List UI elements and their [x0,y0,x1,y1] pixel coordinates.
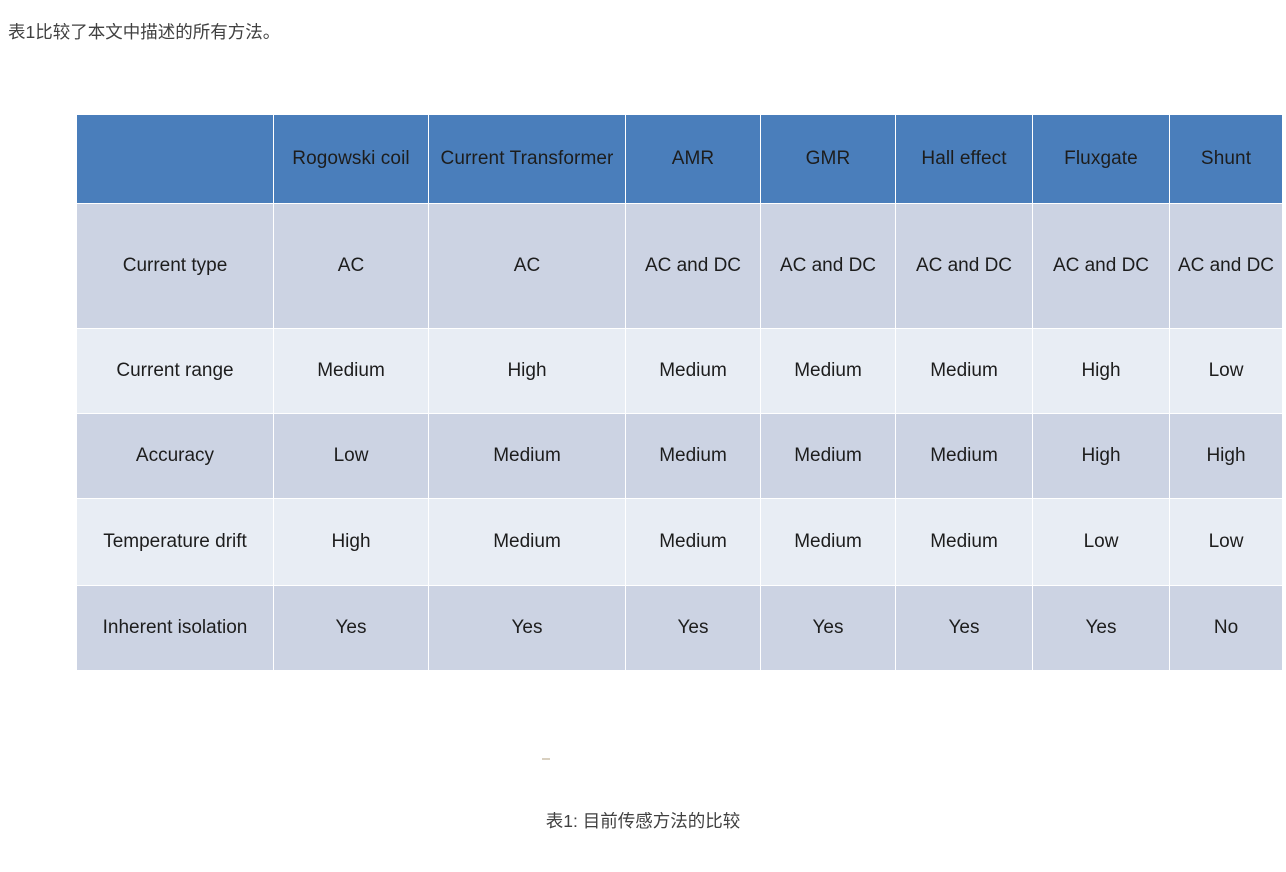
cell-temperature-drift-hall-effect: Medium [896,499,1032,585]
table-caption: 表1: 目前传感方法的比较 [545,811,741,831]
table-header-rogowski-coil: Rogowski coil [274,115,428,203]
cell-temperature-drift-amr: Medium [626,499,760,585]
cell-current-type-hall-effect: AC and DC [896,204,1032,328]
table-header-row: Rogowski coil Current Transformer AMR GM… [77,115,1282,203]
row-label-accuracy: Accuracy [77,414,273,498]
cell-temperature-drift-fluxgate: Low [1033,499,1169,585]
cell-current-type-current-transformer: AC [429,204,625,328]
cell-temperature-drift-current-transformer: Medium [429,499,625,585]
cell-current-type-fluxgate: AC and DC [1033,204,1169,328]
intro-paragraph: 表1比较了本文中描述的所有方法。 [8,22,281,42]
table-header-corner [77,115,273,203]
cell-inherent-isolation-shunt: No [1170,586,1282,670]
cell-accuracy-gmr: Medium [761,414,895,498]
cell-current-range-rogowski-coil: Medium [274,329,428,413]
cell-inherent-isolation-fluxgate: Yes [1033,586,1169,670]
cell-inherent-isolation-gmr: Yes [761,586,895,670]
cell-current-range-gmr: Medium [761,329,895,413]
cell-current-type-gmr: AC and DC [761,204,895,328]
cell-accuracy-rogowski-coil: Low [274,414,428,498]
stray-dash-artifact [542,758,550,760]
cell-current-range-shunt: Low [1170,329,1282,413]
table-row: Accuracy Low Medium Medium Medium Medium… [77,414,1282,498]
cell-inherent-isolation-amr: Yes [626,586,760,670]
row-label-current-type: Current type [77,204,273,328]
cell-current-range-hall-effect: Medium [896,329,1032,413]
row-label-temperature-drift: Temperature drift [77,499,273,585]
table-header-gmr: GMR [761,115,895,203]
cell-current-range-amr: Medium [626,329,760,413]
cell-current-type-amr: AC and DC [626,204,760,328]
table-header-fluxgate: Fluxgate [1033,115,1169,203]
cell-current-range-fluxgate: High [1033,329,1169,413]
table-row: Inherent isolation Yes Yes Yes Yes Yes Y… [77,586,1282,670]
cell-temperature-drift-shunt: Low [1170,499,1282,585]
table-header-current-transformer: Current Transformer [429,115,625,203]
cell-inherent-isolation-hall-effect: Yes [896,586,1032,670]
cell-accuracy-shunt: High [1170,414,1282,498]
cell-current-range-current-transformer: High [429,329,625,413]
cell-temperature-drift-rogowski-coil: High [274,499,428,585]
table-header-amr: AMR [626,115,760,203]
sensing-methods-comparison-table: Rogowski coil Current Transformer AMR GM… [76,114,1283,671]
cell-accuracy-amr: Medium [626,414,760,498]
cell-inherent-isolation-rogowski-coil: Yes [274,586,428,670]
cell-temperature-drift-gmr: Medium [761,499,895,585]
table-row: Current type AC AC AC and DC AC and DC A… [77,204,1282,328]
row-label-inherent-isolation: Inherent isolation [77,586,273,670]
row-label-current-range: Current range [77,329,273,413]
table-header-hall-effect: Hall effect [896,115,1032,203]
cell-accuracy-current-transformer: Medium [429,414,625,498]
cell-accuracy-hall-effect: Medium [896,414,1032,498]
table-row: Current range Medium High Medium Medium … [77,329,1282,413]
table-header-shunt: Shunt [1170,115,1282,203]
table-row: Temperature drift High Medium Medium Med… [77,499,1282,585]
cell-inherent-isolation-current-transformer: Yes [429,586,625,670]
cell-current-type-shunt: AC and DC [1170,204,1282,328]
cell-current-type-rogowski-coil: AC [274,204,428,328]
cell-accuracy-fluxgate: High [1033,414,1169,498]
